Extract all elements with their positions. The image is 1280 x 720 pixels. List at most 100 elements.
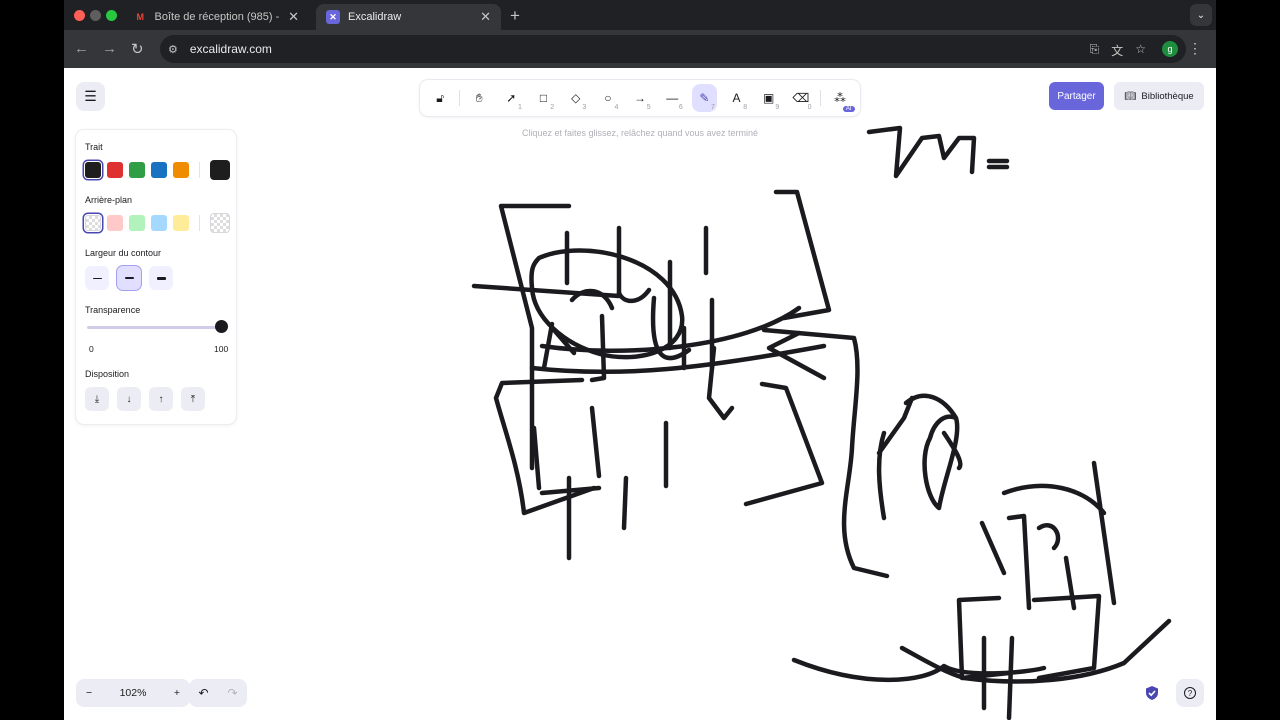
opacity-label: Transparence	[85, 305, 141, 315]
main-menu-button[interactable]: ☰	[76, 82, 105, 111]
drawing-canvas[interactable]	[64, 68, 1216, 720]
site-info-icon[interactable]: ⚙	[168, 43, 178, 56]
background-swatch[interactable]	[151, 215, 167, 231]
stroke-width-thin-button[interactable]	[85, 266, 109, 290]
history-controls: ↶ ↷	[189, 679, 247, 707]
eraser-icon: ⌫	[792, 91, 810, 105]
freedraw-stroke	[529, 248, 685, 360]
send-to-back-button[interactable]: ⤓	[85, 387, 109, 411]
shield-check-icon[interactable]	[1144, 685, 1160, 701]
tab-excalidraw[interactable]: ✕ Excalidraw ✕	[316, 4, 501, 30]
shapes-ai-icon: ⁂	[833, 91, 846, 105]
background-swatch[interactable]	[129, 215, 145, 231]
bring-to-front-button[interactable]: ⤒	[181, 387, 205, 411]
shortcut-key: 3	[582, 104, 587, 111]
tool-select-button[interactable]: ➚ 1	[499, 84, 524, 112]
minimize-window-button[interactable]	[90, 10, 101, 21]
browser-chrome: M Boîte de réception (985) - ge ✕ ✕ Exca…	[64, 0, 1216, 68]
stroke-current-color-button[interactable]	[210, 160, 230, 180]
library-button[interactable]: 📖︎ Bibliothèque	[1114, 82, 1204, 110]
zoom-level[interactable]: 102%	[120, 687, 147, 699]
freedraw-stroke	[1031, 593, 1102, 681]
layer-options: ⤓ ↓ ↑ ⤒	[85, 387, 205, 411]
tool-eraser-button[interactable]: ⌫ 0	[788, 84, 813, 112]
stroke-width-label: Largeur du contour	[85, 248, 162, 258]
tool-lock-button[interactable]: 🔓︎	[428, 84, 453, 112]
freedraw-stroke	[791, 657, 1047, 683]
tab-gmail[interactable]: M Boîte de réception (985) - ge ✕	[124, 4, 309, 30]
background-swatch[interactable]	[85, 215, 101, 231]
forward-icon[interactable]: →	[102, 40, 117, 57]
pencil-icon: ✎	[699, 91, 710, 105]
swatch-divider	[199, 162, 200, 178]
freedraw-stroke	[956, 595, 1015, 720]
close-tab-icon[interactable]: ✕	[480, 9, 491, 25]
close-window-button[interactable]	[74, 10, 85, 21]
stroke-swatch[interactable]	[151, 162, 167, 178]
background-swatch[interactable]	[107, 215, 123, 231]
stroke-swatch[interactable]	[173, 162, 189, 178]
tool-diamond-button[interactable]: ◇ 3	[563, 84, 588, 112]
reload-icon[interactable]: ↻	[131, 40, 144, 58]
close-tab-icon[interactable]: ✕	[288, 9, 299, 25]
translate-icon[interactable]: 文	[1111, 42, 1123, 59]
excalidraw-icon: ✕	[326, 10, 340, 24]
background-current-color-button[interactable]	[210, 213, 230, 233]
freedraw-stroke	[761, 327, 890, 579]
shortcut-key: 4	[614, 104, 619, 111]
back-icon[interactable]: ←	[74, 40, 89, 57]
freedraw-stroke	[986, 158, 1010, 170]
profile-avatar[interactable]: g	[1162, 41, 1178, 57]
freedraw-stroke	[876, 395, 915, 521]
tab-title: Boîte de réception (985) - ge	[154, 11, 281, 23]
undo-button[interactable]: ↶	[198, 686, 208, 700]
stroke-swatch[interactable]	[107, 162, 123, 178]
browser-menu-icon[interactable]: ⋮	[1188, 40, 1202, 57]
tab-title: Excalidraw	[348, 11, 402, 23]
share-button[interactable]: Partager	[1049, 82, 1104, 110]
opacity-slider-thumb[interactable]	[215, 320, 228, 333]
bookmark-star-icon[interactable]: ☆	[1135, 42, 1146, 59]
stroke-swatch[interactable]	[129, 162, 145, 178]
zoom-out-button[interactable]: −	[86, 687, 92, 699]
send-backward-button[interactable]: ↓	[117, 387, 141, 411]
redo-button[interactable]: ↷	[227, 686, 237, 700]
background-swatches	[85, 213, 230, 233]
stroke-swatch[interactable]	[85, 162, 101, 178]
opacity-min: 0	[89, 344, 94, 354]
tool-more-button[interactable]: ⁂ AI	[827, 84, 855, 112]
tool-image-button[interactable]: ▣ 9	[756, 84, 781, 112]
tool-pencil-button[interactable]: ✎ 7	[691, 84, 717, 112]
help-button[interactable]: ?	[1176, 679, 1204, 707]
shortcut-key: 5	[646, 104, 651, 111]
thin-line-icon	[92, 277, 102, 279]
properties-panel: Trait Arrière-plan Largeur du contour Tr…	[76, 130, 236, 424]
tool-ellipse-button[interactable]: ○ 4	[595, 84, 620, 112]
maximize-window-button[interactable]	[106, 10, 117, 21]
stroke-width-extra-bold-button[interactable]	[149, 266, 173, 290]
zoom-in-button[interactable]: +	[174, 687, 180, 699]
excalidraw-app: ☰ 🔓︎ ✋︎ ➚ 1 □ 2 ◇ 3 ○ 4 → 5—6 ✎ 7 A 8 ▣ 9 ⌫ 0 ⁂ AI Cliquez et…	[64, 68, 1216, 720]
shortcut-key: 9	[775, 104, 780, 111]
address-bar[interactable]: ⚙ excalidraw.com	[160, 35, 1186, 63]
tab-search-button[interactable]: ⌄	[1190, 4, 1212, 26]
tool-text-button[interactable]: A8	[724, 84, 749, 112]
stroke-width-bold-button[interactable]	[117, 266, 141, 290]
opacity-slider-track[interactable]	[87, 326, 221, 329]
tool-hand-button[interactable]: ✋︎	[467, 84, 492, 112]
bold-line-icon	[124, 277, 134, 279]
shortcut-key: 1	[518, 104, 522, 111]
background-swatch[interactable]	[173, 215, 189, 231]
bring-forward-button[interactable]: ↑	[149, 387, 173, 411]
shortcut-key: 7	[711, 104, 715, 111]
url-text: excalidraw.com	[189, 42, 272, 56]
text-icon: A	[732, 91, 741, 105]
tool-arrow-button[interactable]: → 5	[627, 84, 652, 112]
new-tab-button[interactable]: +	[510, 6, 520, 26]
install-app-icon[interactable]: ⎘	[1090, 42, 1100, 59]
tool-rectangle-button[interactable]: □ 2	[531, 84, 556, 112]
toolbar-separator	[459, 90, 461, 106]
bring-forward-icon: ↑	[158, 393, 164, 405]
diamond-icon: ◇	[571, 91, 581, 105]
tool-line-button[interactable]: —6	[660, 84, 685, 112]
